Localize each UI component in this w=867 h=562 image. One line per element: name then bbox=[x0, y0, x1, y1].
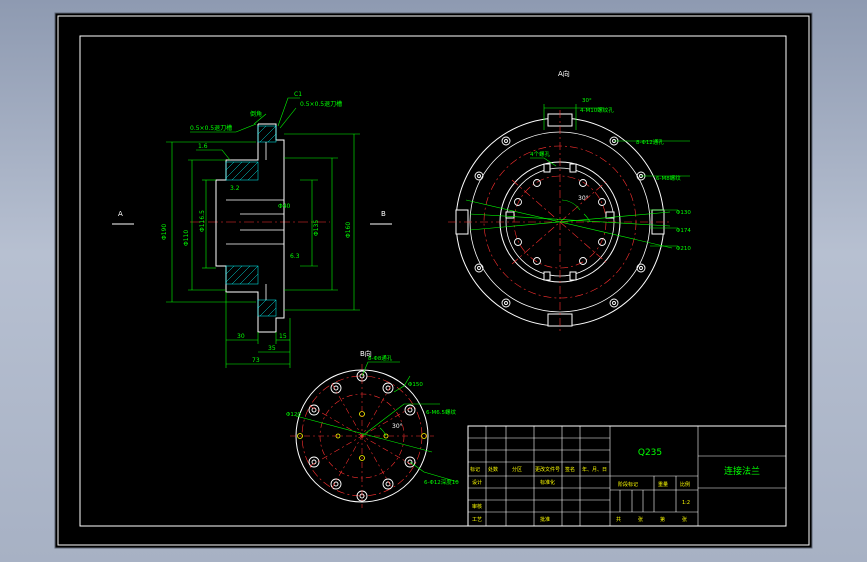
tb-sheets-0: 共 bbox=[616, 516, 621, 523]
tb-sheets-3: 张 bbox=[682, 516, 687, 523]
rough-3-2: 3.2 bbox=[230, 185, 240, 192]
dim-groove-2: 0.5×0.5退刀槽 bbox=[300, 100, 342, 108]
tb-mark-2: 分区 bbox=[512, 466, 522, 473]
tb-check: 审核 bbox=[472, 503, 482, 510]
drawing-canvas: A B 0.5×0.5退刀槽 0.5×0.5退刀槽 Φ190 Φ110 Φ135… bbox=[54, 12, 813, 549]
dim-73: 73 bbox=[252, 357, 260, 364]
dim-d116: Φ116.5 bbox=[199, 210, 206, 232]
tb-scale: 比例 bbox=[680, 481, 690, 488]
dim-d110: Φ110 bbox=[183, 230, 190, 246]
tb-sheets-2: 第 bbox=[660, 516, 665, 523]
a-dim-8-d12: 8-Φ12通孔 bbox=[636, 138, 664, 146]
tb-approve: 批准 bbox=[540, 516, 550, 523]
tb-standard: 标准化 bbox=[540, 479, 555, 486]
a-dim-d210: Φ210 bbox=[676, 246, 691, 252]
dim-c1: C1 bbox=[294, 91, 302, 98]
tb-process: 工艺 bbox=[472, 517, 482, 523]
dim-d190: Φ190 bbox=[161, 224, 168, 240]
dim-d135: Φ135 bbox=[313, 220, 320, 236]
tb-scale-value: 1:2 bbox=[682, 500, 690, 506]
part-name: 连接法兰 bbox=[724, 465, 760, 477]
a-dim-d174: Φ174 bbox=[676, 228, 691, 234]
a-dim-6-m8: 6-M8螺纹 bbox=[656, 174, 681, 182]
tb-mark-4: 签名 bbox=[565, 466, 575, 473]
label-view-a: A向 bbox=[558, 69, 570, 78]
tb-design: 设计 bbox=[472, 479, 482, 486]
label-section-b: B bbox=[381, 210, 386, 218]
tb-mark-3: 更改文件号 bbox=[535, 466, 560, 473]
dim-chamfer: 倒角 bbox=[250, 110, 262, 118]
tb-weight: 重量 bbox=[658, 481, 668, 488]
tb-mark-1: 处数 bbox=[488, 466, 498, 473]
tb-sheets-1: 张 bbox=[638, 516, 643, 523]
rough-6-3: 6.3 bbox=[290, 253, 300, 260]
dim-30: 30 bbox=[237, 333, 245, 340]
b-dim-8-d8: 8-Φ8通孔 bbox=[368, 354, 393, 362]
a-dim-30deg-top: 30° bbox=[582, 98, 592, 104]
b-dim-d150: Φ150 bbox=[408, 382, 423, 388]
tb-mark-0: 标记 bbox=[470, 466, 480, 473]
a-dim-4holes: 4个螺孔 bbox=[530, 150, 550, 158]
rough-1-6: 1.6 bbox=[198, 143, 208, 150]
label-section-a: A bbox=[118, 210, 123, 218]
dim-15: 15 bbox=[279, 333, 287, 340]
b-dim-6-d12: 6-Φ12深度10 bbox=[424, 478, 459, 486]
b-dim-d120: Φ120 bbox=[286, 412, 301, 418]
dim-35: 35 bbox=[268, 345, 276, 352]
dim-d40: Φ40 bbox=[278, 203, 291, 210]
a-dim-d130: Φ130 bbox=[676, 210, 691, 216]
dim-d160: Φ160 bbox=[345, 222, 352, 238]
drawing-sheet bbox=[54, 12, 813, 549]
material-label: Q235 bbox=[638, 448, 662, 458]
b-dim-m6: 6-M6.5螺纹 bbox=[426, 408, 456, 416]
tb-mark-5: 年、月、日 bbox=[582, 466, 607, 473]
dim-groove-1: 0.5×0.5退刀槽 bbox=[190, 124, 232, 132]
b-dim-30deg: 30° bbox=[392, 423, 403, 430]
a-dim-30deg-center: 30° bbox=[578, 195, 589, 202]
a-dim-m10: 4-M10螺纹孔 bbox=[580, 106, 614, 114]
tb-stage: 阶段标记 bbox=[618, 481, 638, 488]
